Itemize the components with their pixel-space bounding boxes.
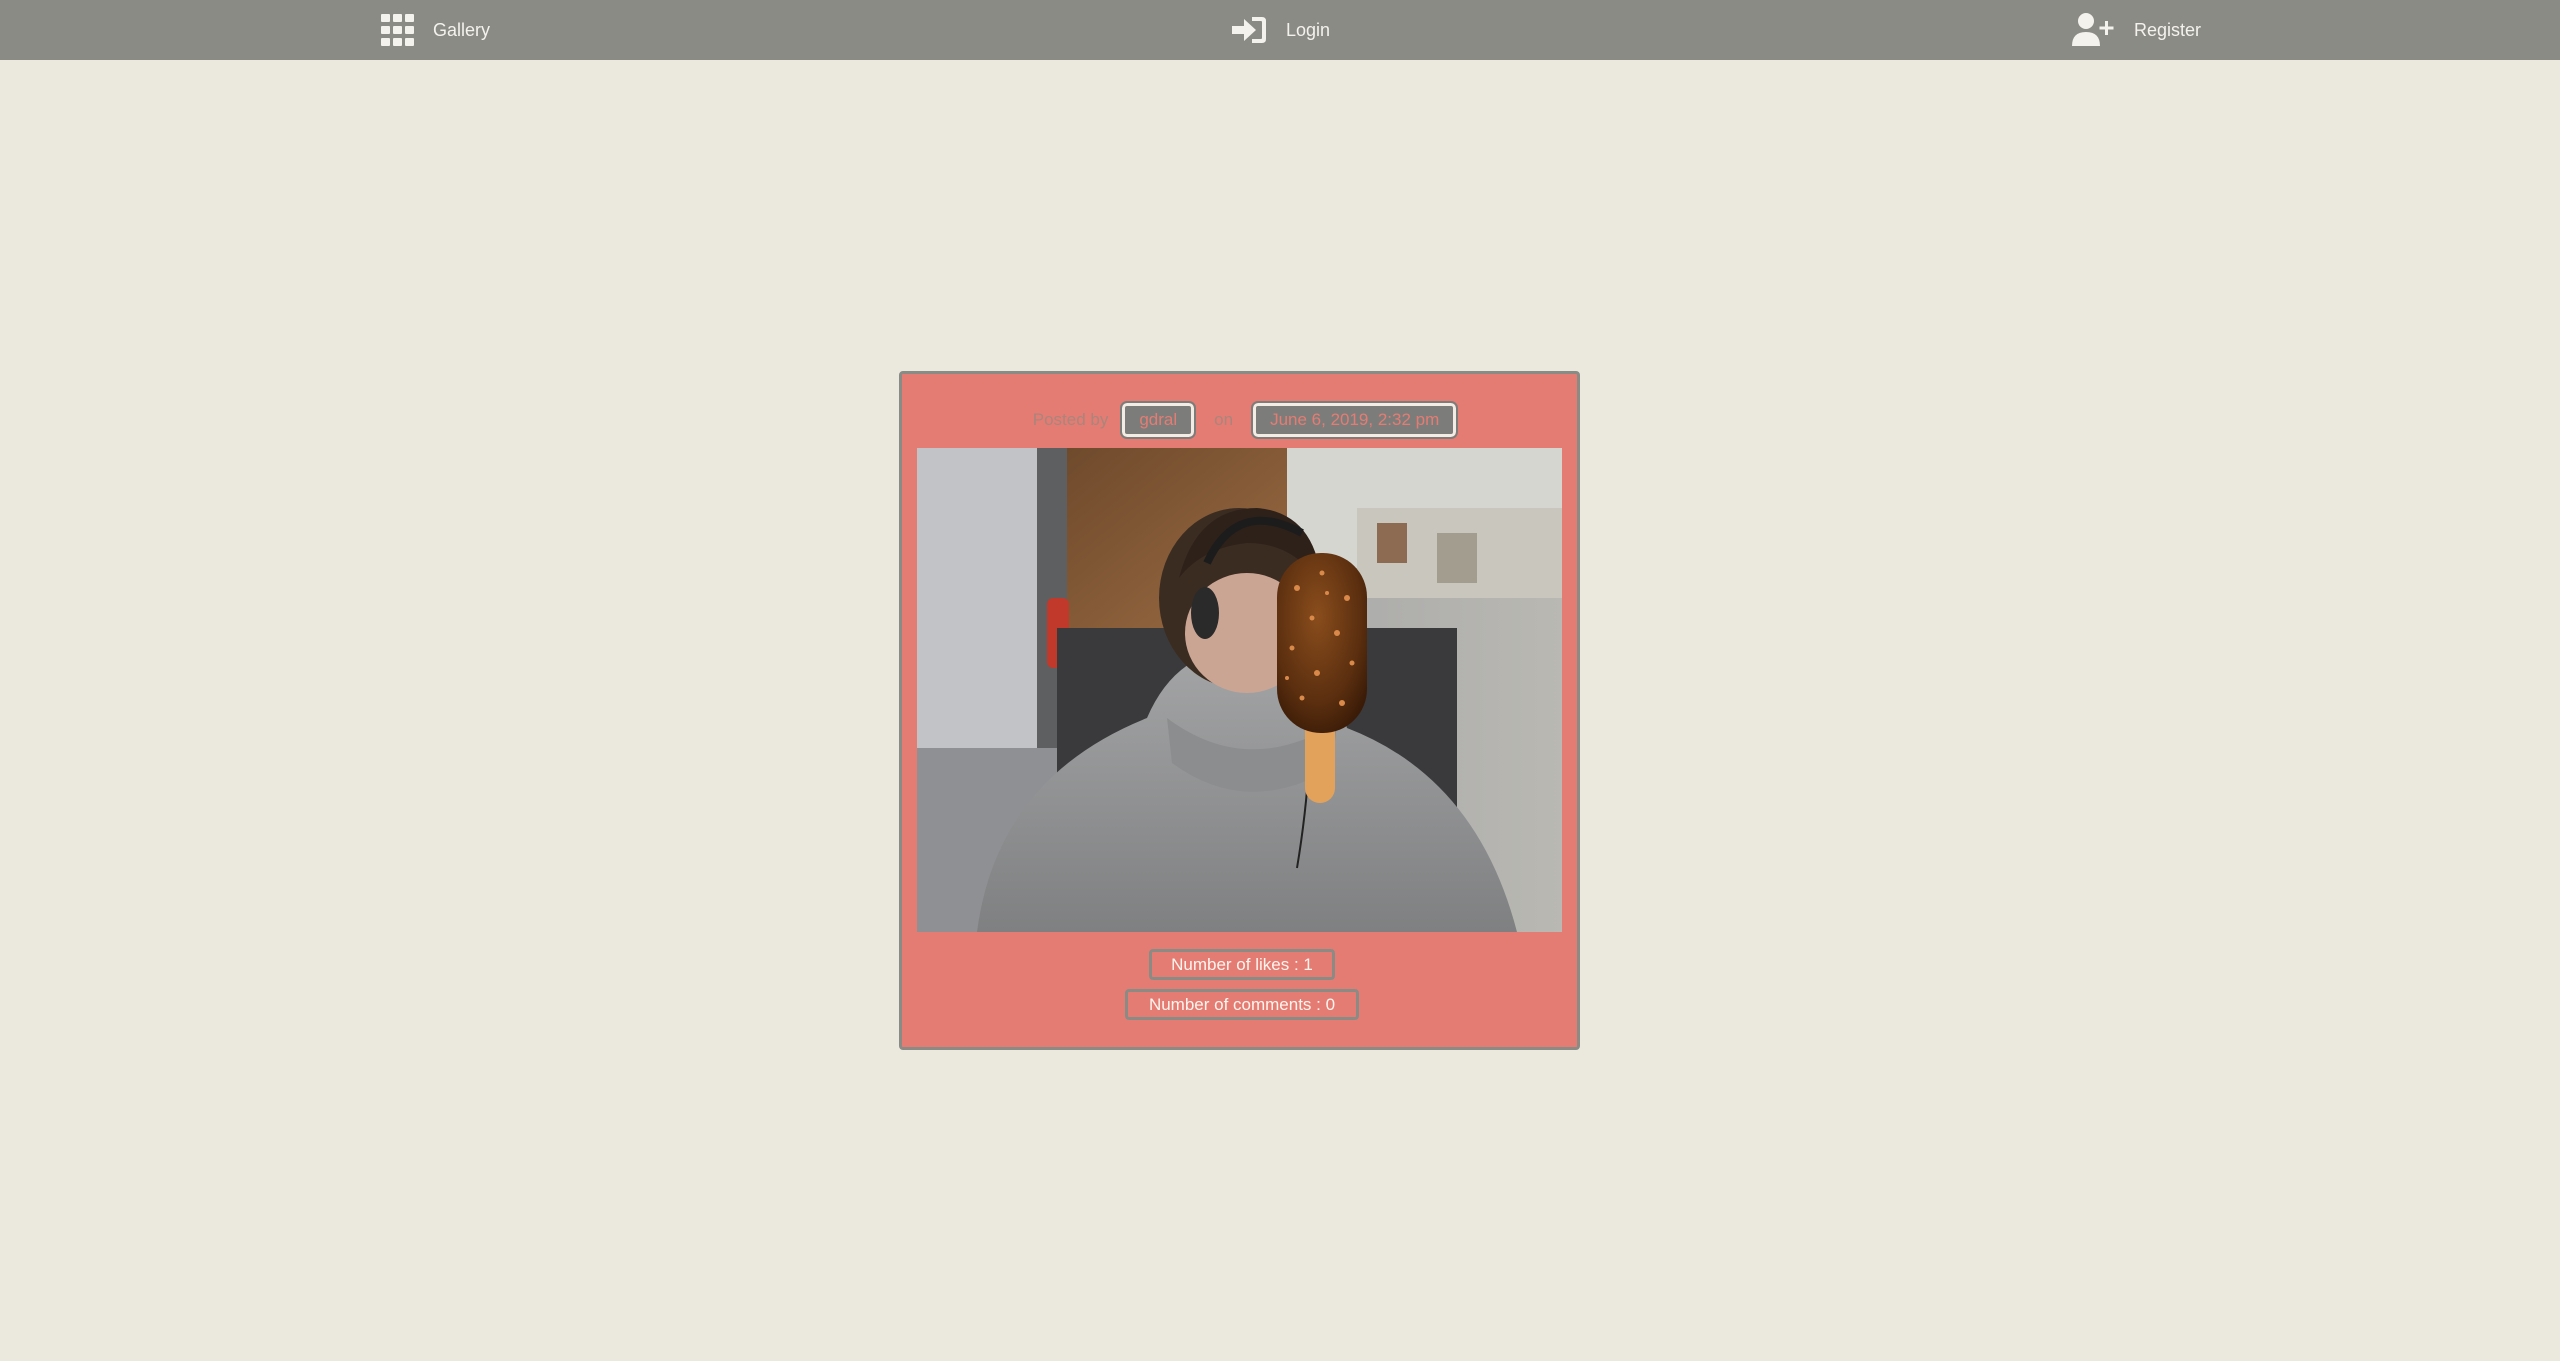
nav-register-link[interactable]: Register xyxy=(2072,0,2201,60)
user-plus-icon xyxy=(2072,12,2116,48)
post-date-badge: June 6, 2019, 2:32 pm xyxy=(1251,401,1459,439)
nav-register-label: Register xyxy=(2134,19,2202,40)
sign-in-icon xyxy=(1232,15,1268,45)
likes-count-button[interactable]: Number of likes : 1 xyxy=(1149,949,1335,980)
post-photo[interactable] xyxy=(917,448,1562,932)
post-card: Posted by gdral on June 6, 2019, 2:32 pm xyxy=(899,371,1580,1050)
on-label: on xyxy=(1214,410,1234,429)
grid-icon xyxy=(381,14,415,46)
nav-login-link[interactable]: Login xyxy=(1232,0,1330,60)
top-navbar: Gallery Login Register xyxy=(0,0,2560,60)
nav-gallery-label: Gallery xyxy=(433,19,491,40)
post-meta: Posted by gdral on June 6, 2019, 2:32 pm xyxy=(902,401,1577,439)
author-badge[interactable]: gdral xyxy=(1120,401,1197,439)
nav-gallery-link[interactable]: Gallery xyxy=(381,0,490,60)
nav-login-label: Login xyxy=(1286,19,1331,40)
comments-count-button[interactable]: Number of comments : 0 xyxy=(1125,989,1359,1020)
posted-by-label: Posted by xyxy=(1032,410,1109,429)
